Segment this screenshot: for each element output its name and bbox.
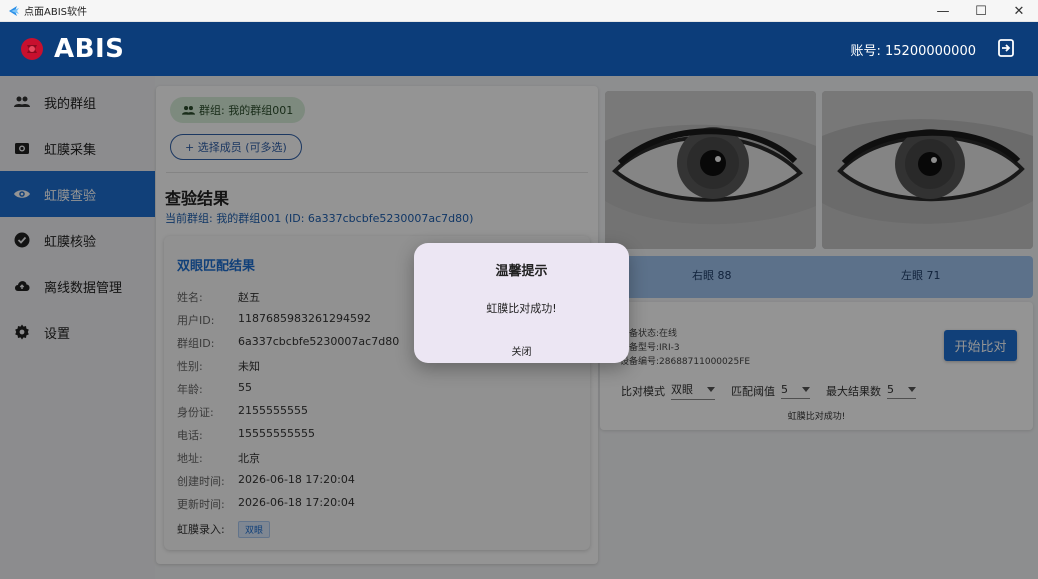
dialog-title: 温馨提示 xyxy=(495,264,548,279)
app-icon xyxy=(9,5,19,16)
dialog-message: 虹膜比对成功! xyxy=(486,302,557,315)
dialog-close-button[interactable]: 关闭 xyxy=(414,343,629,358)
brand-name: ABIS xyxy=(54,34,125,64)
window-titlebar: 点面ABIS软件 — ☐ ✕ xyxy=(0,0,1038,22)
logout-icon[interactable] xyxy=(996,38,1016,58)
minimize-button[interactable]: — xyxy=(924,0,962,22)
tip-dialog: 温馨提示 虹膜比对成功! 关闭 xyxy=(414,243,629,363)
maximize-button[interactable]: ☐ xyxy=(962,0,1000,22)
app-header: ABIS 账号: 15200000000 xyxy=(0,22,1038,76)
account-label: 账号: 15200000000 xyxy=(850,44,977,59)
logo-icon xyxy=(21,38,43,60)
window-title: 点面ABIS软件 xyxy=(24,7,87,18)
close-button[interactable]: ✕ xyxy=(1000,0,1038,22)
